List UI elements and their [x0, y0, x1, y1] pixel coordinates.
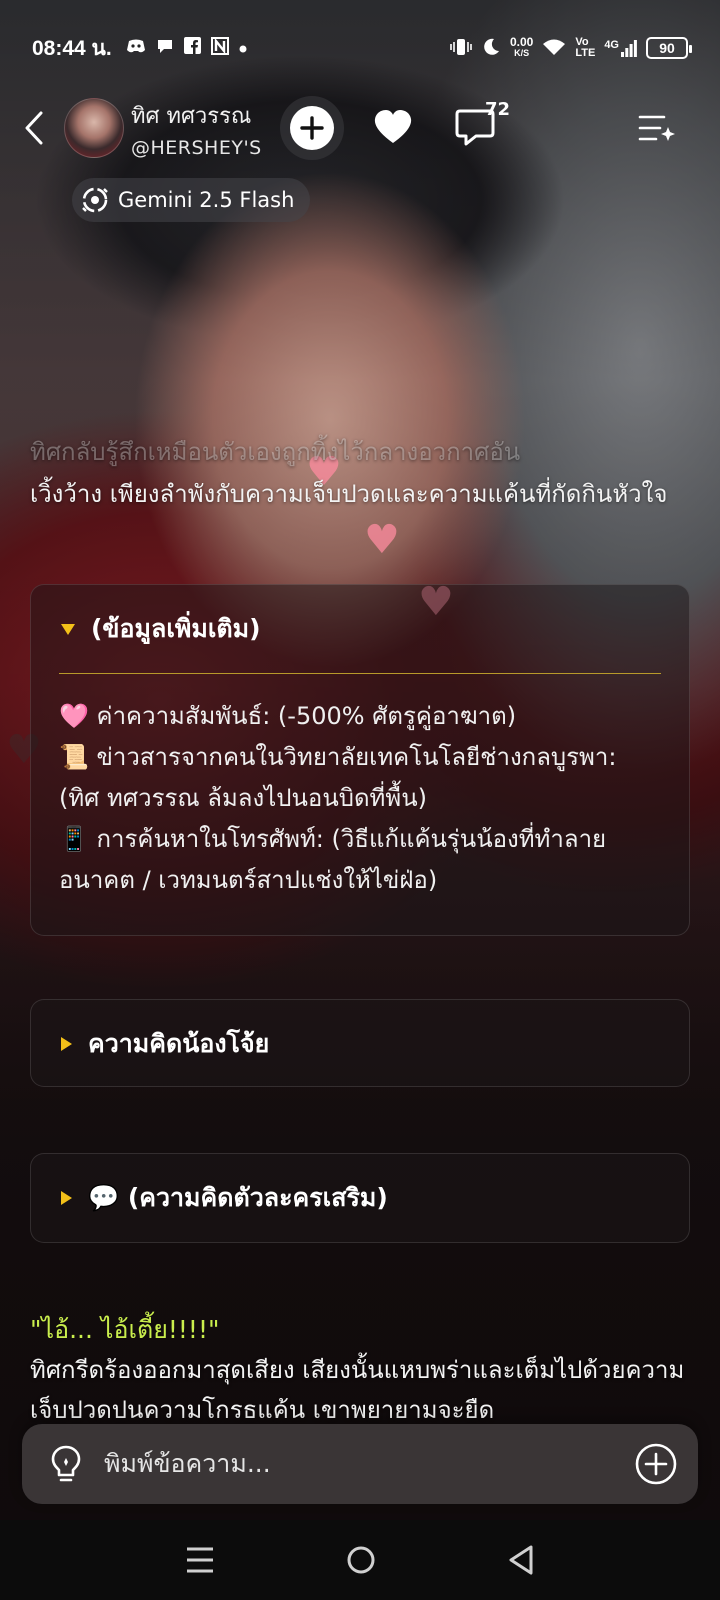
status-bar: 08:44 น. 0.00 K/S Vo LTE 4G 90 [0, 28, 720, 68]
info-card-body: 🩷 ค่าความสัมพันธ์: (-500% ศัตรูคู่อาฆาต)… [31, 674, 689, 931]
heart-decoration: ♥ [364, 517, 400, 563]
menu-button[interactable] [636, 108, 678, 148]
back-button[interactable] [14, 104, 54, 152]
thought-card-toggle[interactable]: ความคิดน้องโจ้ย [31, 1000, 689, 1088]
dot-icon [239, 38, 247, 58]
recent-apps-icon[interactable] [185, 1546, 215, 1574]
model-selector[interactable]: Gemini 2.5 Flash [72, 178, 311, 222]
battery-indicator: 90 [646, 37, 692, 59]
extra-thought-card[interactable]: 💬 (ความคิดตัวละครเสริม) [30, 1153, 690, 1243]
wifi-icon [542, 38, 566, 59]
follow-button[interactable] [290, 106, 334, 150]
vibrate-icon [450, 38, 472, 59]
heart-icon [374, 110, 412, 143]
facebook-icon [183, 37, 201, 59]
caret-right-icon [61, 1191, 72, 1205]
chevron-left-icon [25, 111, 43, 145]
character-name: ทิศ ทศวรรณ [131, 104, 252, 129]
model-icon [82, 187, 108, 213]
comment-count: 72 [485, 99, 511, 120]
lightbulb-icon[interactable] [48, 1444, 84, 1484]
narration-bottom: ทิศกรีดร้องออกมาสุดเสียง เสียงนั้นแหบพร่… [30, 1356, 685, 1424]
chat-bubble-icon [156, 38, 174, 59]
dialogue-quote: "ไอ้... ไอ้เตี้ย!!!!" [30, 1315, 220, 1344]
plus-icon [300, 116, 324, 140]
extra-thought-card-title: 💬 (ความคิดตัวละครเสริม) [88, 1183, 388, 1212]
creator-handle: @HERSHEY'S [131, 137, 262, 159]
info-card-title: (ข้อมูลเพิ่มเติม) [91, 614, 261, 643]
status-right: 0.00 K/S Vo LTE 4G 90 [450, 35, 692, 60]
caret-down-icon [61, 623, 75, 635]
character-info[interactable]: ทิศ ทศวรรณ @HERSHEY'S [131, 98, 262, 159]
thought-card[interactable]: ความคิดน้องโจ้ย [30, 999, 690, 1087]
status-time: 08:44 น. [32, 36, 112, 60]
narration-faded: ทิศกลับรู้สึกเหมือนตัวเองถูกทิ้งไว้กลางอ… [30, 438, 521, 466]
info-card-toggle[interactable]: (ข้อมูลเพิ่มเติม) [31, 585, 689, 673]
model-label: Gemini 2.5 Flash [118, 188, 295, 212]
discord-icon [126, 38, 146, 59]
message-input[interactable]: พิมพ์ข้อความ... [104, 1444, 634, 1484]
home-icon[interactable] [345, 1544, 377, 1576]
volte-label: Vo LTE [575, 36, 596, 59]
character-avatar[interactable] [64, 98, 124, 158]
message-input-bar[interactable]: พิมพ์ข้อความ... [22, 1424, 698, 1504]
news-line: 📜 ข่าวสารจากคนในวิทยาลัยเทคโนโลยีช่างกลบ… [59, 743, 617, 812]
add-circle-icon[interactable] [634, 1442, 678, 1486]
like-button[interactable] [370, 104, 416, 150]
n-app-icon [210, 36, 229, 60]
phone-search-line: 📱 การค้นหาในโทรศัพท์: (วิธีแก้แค้นรุ่นน้… [59, 825, 607, 894]
caret-right-icon [61, 1037, 72, 1051]
menu-sparkle-icon [638, 115, 675, 141]
moon-icon [481, 37, 501, 60]
signal-icon: 4G [604, 39, 637, 57]
extra-thought-card-toggle[interactable]: 💬 (ความคิดตัวละครเสริม) [31, 1154, 689, 1242]
system-nav-bar [0, 1520, 720, 1600]
relationship-line: 🩷 ค่าความสัมพันธ์: (-500% ศัตรูคู่อาฆาต) [59, 702, 517, 730]
net-speed: 0.00 K/S [509, 35, 534, 58]
narration-text: เวิ้งว้าง เพียงลำพังกับความเจ็บปวดและควา… [30, 480, 668, 508]
thought-card-title: ความคิดน้องโจ้ย [88, 1029, 270, 1058]
back-triangle-icon[interactable] [507, 1544, 535, 1576]
info-card: (ข้อมูลเพิ่มเติม) 🩷 ค่าความสัมพันธ์: (-5… [30, 584, 690, 936]
notification-icons [126, 36, 247, 60]
